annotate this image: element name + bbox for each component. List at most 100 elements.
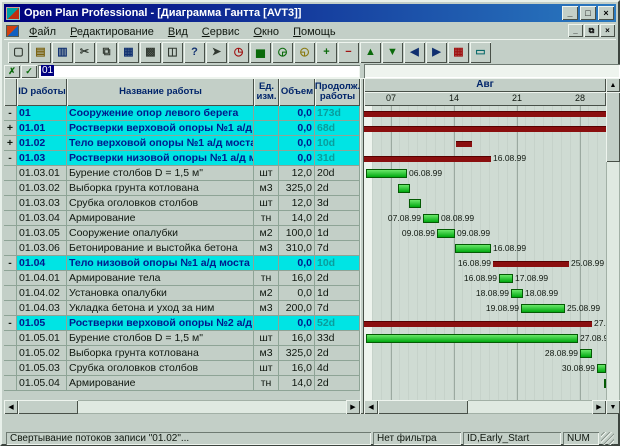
header-unit[interactable]: Ед. изм. — [254, 78, 279, 106]
scroll-down-icon[interactable]: ▼ — [606, 400, 620, 414]
scroll-up-icon[interactable]: ▲ — [606, 78, 620, 92]
help-button[interactable]: ? — [184, 42, 205, 63]
maximize-button[interactable]: □ — [580, 6, 596, 20]
summary-bar[interactable] — [364, 111, 606, 117]
cut-button[interactable]: ✂ — [74, 42, 95, 63]
mdi-restore-button[interactable]: ⧉ — [584, 24, 599, 37]
header-name[interactable]: Название работы — [67, 78, 254, 106]
table-row[interactable]: 01.03.06Бетонирование и выстойка бетонам… — [4, 241, 360, 256]
menu-item-view[interactable]: Вид — [161, 25, 195, 39]
vscroll-thumb[interactable] — [606, 92, 620, 162]
table-row[interactable]: +01.01Ростверки верховой опоры №1 а/д0,0… — [4, 121, 360, 136]
outline-down-button[interactable]: ▼ — [382, 42, 403, 63]
summary-bar[interactable] — [364, 156, 491, 162]
table-row[interactable]: 01.03.04Армированиетн14,02d — [4, 211, 360, 226]
copy-button[interactable]: ⧉ — [96, 42, 117, 63]
context-help-button[interactable]: ➤ — [206, 42, 227, 63]
scroll-right-icon[interactable]: ▶ — [592, 400, 606, 414]
time-now-button[interactable]: ◷ — [228, 42, 249, 63]
table-row[interactable]: 01.03.03Срубка оголовков столбовшт12,03d — [4, 196, 360, 211]
table-row[interactable]: 01.04.01Армирование телатн16,02d — [4, 271, 360, 286]
task-bar[interactable] — [499, 274, 513, 283]
summary-bar[interactable] — [456, 141, 472, 147]
minimize-button[interactable]: _ — [562, 6, 578, 20]
mdi-minimize-button[interactable]: _ — [568, 24, 583, 37]
scroll-right-icon[interactable]: ▶ — [346, 400, 360, 414]
cell-duration: 7d — [315, 301, 360, 316]
table-row[interactable]: -01.03Ростверки низовой опоры №1 а/д м0,… — [4, 151, 360, 166]
table-hscrollbar[interactable]: ◀ ▶ — [4, 400, 360, 414]
summary-bar[interactable] — [364, 126, 606, 132]
task-bar[interactable] — [398, 184, 410, 193]
expand-toggle[interactable]: - — [4, 106, 17, 121]
cancel-edit-button[interactable]: ✗ — [4, 65, 20, 78]
table-row[interactable]: 01.05.04Армированиетн14,02d — [4, 376, 360, 391]
resize-grip[interactable] — [601, 432, 614, 445]
open-button[interactable]: ▤ — [30, 42, 51, 63]
table-row[interactable]: +01.02Тело верховой опоры №1 а/д моста0,… — [4, 136, 360, 151]
gantt-hscrollbar[interactable]: ◀ ▶ — [364, 400, 606, 414]
table-row[interactable]: 01.05.02Выборка грунта котлованам3325,02… — [4, 346, 360, 361]
menu-item-file[interactable]: Файл — [22, 25, 63, 39]
table-row[interactable]: -01Сооружение опор левого берега0,0173d — [4, 106, 360, 121]
new-button[interactable]: ▢ — [8, 42, 29, 63]
menu-item-edit[interactable]: Редактирование — [63, 25, 161, 39]
outdent-button[interactable]: ◀ — [404, 42, 425, 63]
menu-item-window[interactable]: Окно — [246, 25, 286, 39]
table-row[interactable]: 01.03.01Бурение столбов D = 1,5 м"шт12,0… — [4, 166, 360, 181]
expand-toggle[interactable]: + — [4, 121, 17, 136]
histogram-button[interactable]: ▅ — [250, 42, 271, 63]
table-row[interactable]: 01.04.03Укладка бетона и уход за нимм320… — [4, 301, 360, 316]
summary-bar[interactable] — [493, 261, 569, 267]
header-duration[interactable]: Продолж. работы — [315, 78, 360, 106]
expand-toggle[interactable]: - — [4, 316, 17, 331]
summary-bar[interactable] — [364, 321, 592, 327]
table-row[interactable]: 01.04.02Установка опалубким20,01d — [4, 286, 360, 301]
mdi-close-button[interactable]: × — [600, 24, 615, 37]
print-preview-button[interactable]: ◫ — [162, 42, 183, 63]
task-bar[interactable] — [597, 364, 606, 373]
hscroll-thumb[interactable] — [18, 400, 78, 414]
task-bar[interactable] — [437, 229, 455, 238]
table-row[interactable]: -01.04Тело низовой опоры №1 а/д моста0,0… — [4, 256, 360, 271]
task-bar[interactable] — [423, 214, 439, 223]
task-bar[interactable] — [511, 289, 523, 298]
task-bar[interactable] — [366, 334, 578, 343]
indent-button[interactable]: ▶ — [426, 42, 447, 63]
print-button[interactable]: ▩ — [140, 42, 161, 63]
task-bar[interactable] — [455, 244, 491, 253]
table-row[interactable]: 01.05.03Срубка оголовков столбовшт16,04d — [4, 361, 360, 376]
task-bar[interactable] — [366, 169, 407, 178]
mdi-child-icon[interactable] — [6, 25, 19, 37]
task-bar[interactable] — [580, 349, 592, 358]
add-activity-button[interactable]: + — [316, 42, 337, 63]
expand-toggle[interactable]: + — [4, 136, 17, 151]
paste-button[interactable]: ▦ — [118, 42, 139, 63]
baseline-clock-button[interactable]: ◵ — [294, 42, 315, 63]
cell-edit-input[interactable]: 01 — [38, 65, 360, 78]
progress-clock-button[interactable]: ◶ — [272, 42, 293, 63]
view-layout-button[interactable]: ▦ — [448, 42, 469, 63]
task-bar[interactable] — [521, 304, 565, 313]
task-bar[interactable] — [409, 199, 421, 208]
expand-toggle[interactable]: - — [4, 256, 17, 271]
scroll-left-icon[interactable]: ◀ — [364, 400, 378, 414]
save-button[interactable]: ▥ — [52, 42, 73, 63]
table-row[interactable]: -01.05Ростверки верховой опоры №2 а/д0,0… — [4, 316, 360, 331]
accept-edit-button[interactable]: ✓ — [21, 65, 37, 78]
expand-toggle[interactable]: - — [4, 151, 17, 166]
menu-item-tools[interactable]: Сервис — [195, 25, 247, 39]
table-row[interactable]: 01.03.05Сооружение опалубким2100,01d — [4, 226, 360, 241]
close-button[interactable]: × — [598, 6, 614, 20]
table-row[interactable]: 01.05.01Бурение столбов D = 1,5 м"шт16,0… — [4, 331, 360, 346]
scroll-left-icon[interactable]: ◀ — [4, 400, 18, 414]
header-volume[interactable]: Объем — [279, 78, 315, 106]
header-id[interactable]: ID работы — [17, 78, 67, 106]
table-row[interactable]: 01.03.02Выборка грунта котлованам3325,02… — [4, 181, 360, 196]
menu-item-help[interactable]: Помощь — [286, 25, 343, 39]
delete-activity-button[interactable]: − — [338, 42, 359, 63]
screen-button[interactable]: ▭ — [470, 42, 491, 63]
vertical-scrollbar[interactable]: ▲ ▼ — [606, 78, 620, 414]
outline-up-button[interactable]: ▲ — [360, 42, 381, 63]
hscroll-thumb[interactable] — [378, 400, 468, 414]
